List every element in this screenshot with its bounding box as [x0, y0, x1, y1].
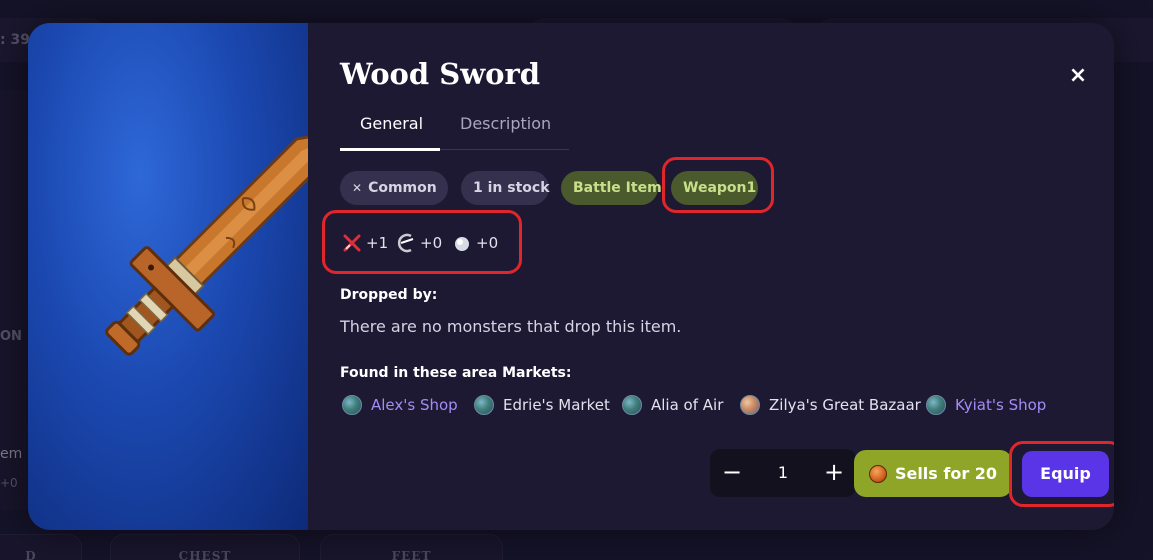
globe-icon	[740, 395, 760, 415]
market-name: Alia of Air	[651, 396, 724, 414]
tab-general[interactable]: General	[360, 114, 423, 133]
highlight-stats	[322, 210, 522, 274]
coin-icon	[868, 464, 887, 483]
item-details: Wood Sword × General Description ✕ Common…	[322, 23, 1114, 530]
market-alexs-shop[interactable]: Alex's Shop	[342, 395, 458, 415]
item-artwork	[28, 23, 308, 530]
crossed-swords-icon: ✕	[352, 181, 363, 195]
close-icon[interactable]: ×	[1068, 65, 1088, 87]
dropped-by-text: There are no monsters that drop this ite…	[340, 317, 682, 336]
category-badge: Battle Item	[561, 171, 662, 205]
sell-button-label: Sells for 20	[894, 464, 998, 483]
market-name: Alex's Shop	[371, 396, 458, 414]
increase-quantity-button[interactable]: +	[812, 449, 856, 497]
rarity-badge: ✕ Common	[340, 171, 448, 205]
quantity-value[interactable]: 1	[754, 449, 812, 497]
market-zilyas-great-bazaar[interactable]: Zilya's Great Bazaar	[740, 395, 921, 415]
wood-sword-image	[105, 132, 308, 356]
market-edries-market[interactable]: Edrie's Market	[474, 395, 610, 415]
item-title: Wood Sword	[340, 57, 541, 91]
highlight-weapon-badge	[662, 157, 774, 213]
stock-badge: 1 in stock	[461, 171, 550, 205]
globe-icon	[622, 395, 642, 415]
decrease-quantity-button[interactable]: −	[710, 449, 754, 497]
rarity-badge-label: Common	[368, 180, 437, 196]
globe-icon	[474, 395, 494, 415]
market-name: Zilya's Great Bazaar	[769, 396, 921, 414]
quantity-stepper: − 1 +	[710, 449, 856, 497]
tab-description[interactable]: Description	[460, 114, 551, 133]
tab-active-indicator	[340, 148, 440, 151]
equip-button[interactable]: Equip	[1022, 451, 1109, 497]
item-tabs: General Description	[340, 107, 569, 151]
market-alia-of-air[interactable]: Alia of Air	[622, 395, 723, 415]
globe-icon	[342, 395, 362, 415]
item-modal: Wood Sword × General Description ✕ Common…	[28, 23, 1114, 530]
market-name: Edrie's Market	[503, 396, 610, 414]
market-name: Kyiat's Shop	[955, 396, 1047, 414]
markets-label: Found in these area Markets:	[340, 365, 572, 381]
dropped-by-label: Dropped by:	[340, 287, 438, 303]
market-kyiats-shop[interactable]: Kyiat's Shop	[926, 395, 1046, 415]
globe-icon	[926, 395, 946, 415]
sell-button[interactable]: Sells for 20	[854, 450, 1012, 497]
